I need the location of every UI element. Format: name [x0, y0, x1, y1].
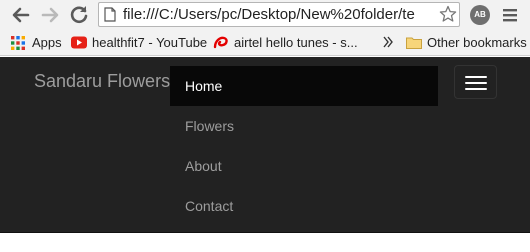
star-icon[interactable]: [439, 5, 457, 23]
back-arrow-icon[interactable]: [10, 4, 32, 26]
toggle-bar-icon: [465, 88, 487, 90]
navbar-toggle-button[interactable]: [454, 65, 497, 99]
hamburger-icon[interactable]: [500, 5, 520, 25]
toggle-bar-icon: [465, 76, 487, 78]
site-brand[interactable]: Sandaru Flowers: [34, 71, 170, 92]
address-bar[interactable]: file:///C:/Users/pc/Desktop/New%20folder…: [98, 2, 460, 27]
youtube-icon: [71, 36, 87, 52]
folder-icon: [406, 36, 422, 52]
apps-grid-icon: [11, 36, 25, 53]
bookmark-other-label: Other bookmarks: [427, 35, 527, 50]
nav-item-contact[interactable]: Contact: [170, 186, 438, 226]
more-bookmarks-chevron-icon[interactable]: [382, 34, 394, 50]
url-text[interactable]: file:///C:/Users/pc/Desktop/New%20folder…: [123, 6, 435, 23]
page-viewport: Sandaru Flowers Home Flowers About Conta…: [0, 57, 530, 252]
bookmark-airtel-label: airtel hello tunes - s...: [234, 35, 358, 50]
extension-icon[interactable]: AB: [470, 5, 490, 25]
forward-arrow-icon[interactable]: [39, 4, 61, 26]
bookmark-apps-label: Apps: [32, 35, 62, 50]
nav-menu: Home Flowers About Contact: [170, 66, 438, 226]
bookmark-youtube-label: healthfit7 - YouTube: [92, 35, 208, 50]
nav-item-label: Flowers: [185, 118, 235, 134]
reload-icon[interactable]: [68, 4, 90, 26]
site-navbar: Sandaru Flowers Home Flowers About Conta…: [0, 57, 530, 233]
nav-item-label: About: [185, 158, 222, 174]
nav-item-home[interactable]: Home: [170, 66, 438, 106]
bookmarks-bar: Apps healthfit7 - YouTube airtel hello t…: [0, 30, 530, 56]
toggle-bar-icon: [465, 82, 487, 84]
nav-item-label: Contact: [185, 198, 234, 214]
nav-item-label: Home: [185, 78, 223, 94]
nav-item-about[interactable]: About: [170, 146, 438, 186]
browser-toolbar: file:///C:/Users/pc/Desktop/New%20folder…: [0, 0, 530, 30]
airtel-icon: [213, 36, 229, 53]
nav-item-flowers[interactable]: Flowers: [170, 106, 438, 146]
file-icon: [104, 7, 116, 22]
